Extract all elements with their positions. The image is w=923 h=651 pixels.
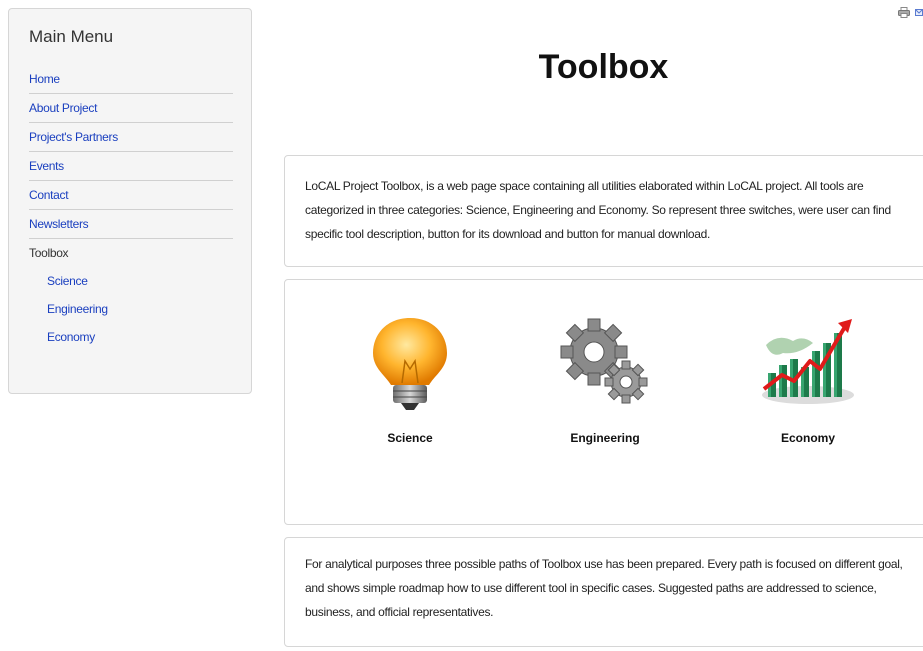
page-title: Toolbox bbox=[538, 48, 669, 86]
tool-science[interactable]: Science bbox=[330, 310, 490, 445]
menu-item-partners[interactable]: Project's Partners bbox=[29, 123, 233, 152]
lightbulb-icon[interactable] bbox=[330, 310, 490, 415]
main-menu: Home About Project Project's Partners Ev… bbox=[29, 65, 233, 351]
intro-panel: LoCAL Project Toolbox, is a web page spa… bbox=[284, 155, 923, 267]
intro-text: LoCAL Project Toolbox, is a web page spa… bbox=[305, 179, 891, 241]
tool-engineering[interactable]: Engineering bbox=[525, 310, 685, 445]
submenu-item-engineering[interactable]: Engineering bbox=[29, 295, 233, 323]
sidebar: Main Menu Home About Project Project's P… bbox=[8, 8, 252, 394]
tools-panel: Science Engineering Economy bbox=[284, 279, 923, 525]
submenu-link-engineering[interactable]: Engineering bbox=[47, 302, 108, 316]
menu-item-about-project[interactable]: About Project bbox=[29, 94, 233, 123]
menu-label-toolbox: Toolbox bbox=[29, 246, 69, 260]
menu-link-events[interactable]: Events bbox=[29, 159, 64, 173]
tool-label-engineering[interactable]: Engineering bbox=[525, 431, 685, 445]
menu-link-newsletters[interactable]: Newsletters bbox=[29, 217, 89, 231]
sidebar-title: Main Menu bbox=[29, 27, 114, 46]
email-icon[interactable] bbox=[915, 7, 923, 21]
menu-item-home[interactable]: Home bbox=[29, 65, 233, 94]
gears-icon[interactable] bbox=[525, 310, 685, 415]
menu-item-newsletters[interactable]: Newsletters bbox=[29, 210, 233, 239]
menu-link-partners[interactable]: Project's Partners bbox=[29, 130, 118, 144]
menu-link-home[interactable]: Home bbox=[29, 72, 60, 86]
tool-label-economy[interactable]: Economy bbox=[728, 431, 888, 445]
menu-item-events[interactable]: Events bbox=[29, 152, 233, 181]
printer-icon[interactable] bbox=[897, 7, 910, 21]
paths-text: For analytical purposes three possible p… bbox=[305, 557, 903, 619]
paths-panel: For analytical purposes three possible p… bbox=[284, 537, 923, 647]
menu-link-contact[interactable]: Contact bbox=[29, 188, 69, 202]
submenu-item-science[interactable]: Science bbox=[29, 267, 233, 295]
growth-chart-icon[interactable] bbox=[728, 310, 888, 415]
menu-link-about-project[interactable]: About Project bbox=[29, 101, 97, 115]
tool-label-science[interactable]: Science bbox=[330, 431, 490, 445]
tool-economy[interactable]: Economy bbox=[728, 310, 888, 445]
page-actions bbox=[896, 7, 923, 21]
menu-item-toolbox: Toolbox bbox=[29, 239, 233, 267]
submenu-item-economy[interactable]: Economy bbox=[29, 323, 233, 351]
submenu-link-science[interactable]: Science bbox=[47, 274, 88, 288]
submenu-link-economy[interactable]: Economy bbox=[47, 330, 95, 344]
menu-item-contact[interactable]: Contact bbox=[29, 181, 233, 210]
